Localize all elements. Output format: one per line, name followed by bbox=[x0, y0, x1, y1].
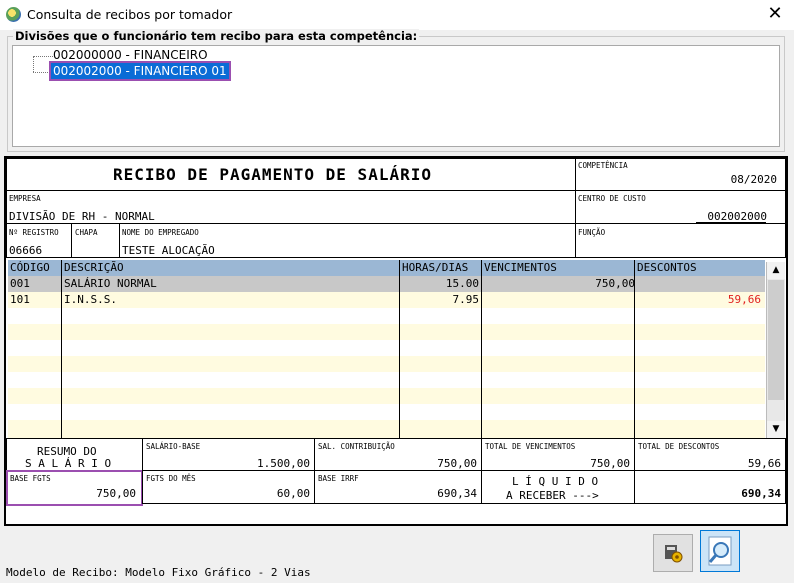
total-desc-value: 59,66 bbox=[747, 457, 781, 470]
sal-contrib-label: SAL. CONTRIBUIÇÃO bbox=[318, 442, 395, 451]
resumo-line2: S A L Á R I O bbox=[25, 457, 112, 470]
table-row-empty[interactable] bbox=[8, 324, 765, 340]
header-descontos: DESCONTOS bbox=[637, 261, 697, 274]
registro-value: 06666 bbox=[9, 244, 43, 257]
fgts-mes-label: FGTS DO MÊS bbox=[146, 474, 196, 483]
total-desc-label: TOTAL DE DESCONTOS bbox=[638, 442, 720, 451]
table-row-empty[interactable] bbox=[8, 404, 765, 420]
receipt-title: RECIBO DE PAGAMENTO DE SALÁRIO bbox=[113, 165, 432, 184]
settings-icon bbox=[665, 545, 683, 563]
magnifier-icon bbox=[708, 536, 732, 566]
tree-connector bbox=[33, 57, 34, 72]
liquido-line1: L Í Q U I D O bbox=[512, 475, 599, 488]
nome-value: TESTE ALOCAÇÃO bbox=[122, 244, 215, 257]
receipt-panel: RECIBO DE PAGAMENTO DE SALÁRIO COMPETÊNC… bbox=[4, 156, 788, 526]
competencia-box: COMPETÊNCIA 08/2020 bbox=[575, 158, 786, 191]
tree-connector bbox=[33, 56, 53, 57]
close-icon[interactable]: ✕ bbox=[764, 3, 786, 25]
table-row-empty[interactable] bbox=[8, 308, 765, 324]
empresa-box: EMPRESA DIVISÃO DE RH - NORMAL bbox=[6, 190, 576, 224]
cell-descontos: 59,66 bbox=[727, 293, 761, 306]
tree-connector bbox=[33, 72, 52, 73]
column-divider bbox=[481, 260, 482, 438]
empresa-label: EMPRESA bbox=[9, 194, 41, 203]
table-header: CÓDIGO DESCRIÇÃO HORAS/DIAS VENCIMENTOS … bbox=[8, 260, 765, 276]
competencia-label: COMPETÊNCIA bbox=[578, 161, 628, 170]
table-row-empty[interactable] bbox=[8, 340, 765, 356]
base-fgts-label: BASE FGTS bbox=[10, 474, 51, 483]
nome-label: NOME DO EMPREGADO bbox=[122, 228, 199, 237]
centro-custo-label: CENTRO DE CUSTO bbox=[578, 194, 646, 203]
registro-label: Nº REGISTRO bbox=[9, 228, 59, 237]
cell-horas: 15.00 bbox=[445, 277, 479, 290]
divisions-legend: Divisões que o funcionário tem recibo pa… bbox=[13, 29, 420, 43]
receipt-title-box: RECIBO DE PAGAMENTO DE SALÁRIO bbox=[6, 158, 576, 191]
liquido-value-box: 690,34 bbox=[634, 470, 786, 504]
scroll-up-icon[interactable]: ▲ bbox=[767, 262, 785, 279]
fgts-mes-box: FGTS DO MÊS 60,00 bbox=[142, 470, 315, 504]
status-text: Modelo de Recibo: Modelo Fixo Gráfico - … bbox=[6, 566, 311, 579]
liquido-label-box: L Í Q U I D O A RECEBER ---> bbox=[481, 470, 635, 504]
base-irrf-box: BASE IRRF 690,34 bbox=[314, 470, 482, 504]
scroll-thumb[interactable] bbox=[768, 280, 784, 400]
total-desc-box: TOTAL DE DESCONTOS 59,66 bbox=[634, 438, 786, 471]
sal-contrib-box: SAL. CONTRIBUIÇÃO 750,00 bbox=[314, 438, 482, 471]
column-divider bbox=[61, 260, 62, 438]
window-title: Consulta de recibos por tomador bbox=[27, 7, 233, 22]
header-vencimentos: VENCIMENTOS bbox=[484, 261, 557, 274]
table-row-empty[interactable] bbox=[8, 420, 765, 438]
base-irrf-value: 690,34 bbox=[437, 487, 477, 500]
competencia-value: 08/2020 bbox=[730, 173, 777, 186]
header-descricao: DESCRIÇÃO bbox=[64, 261, 124, 274]
empresa-value: DIVISÃO DE RH - NORMAL bbox=[9, 210, 155, 223]
cell-codigo: 101 bbox=[10, 293, 30, 306]
base-irrf-label: BASE IRRF bbox=[318, 474, 359, 483]
config-button[interactable] bbox=[653, 534, 693, 572]
tree-item-financiero-01[interactable]: 002002000 - FINANCIERO 01 bbox=[49, 61, 231, 81]
salario-base-box: SALÁRIO-BASE 1.500,00 bbox=[142, 438, 315, 471]
table-row-empty[interactable] bbox=[8, 356, 765, 372]
cell-descricao: SALÁRIO NORMAL bbox=[64, 277, 157, 290]
table-row-empty[interactable] bbox=[8, 388, 765, 404]
liquido-value: 690,34 bbox=[741, 487, 781, 500]
salario-base-value: 1.500,00 bbox=[257, 457, 310, 470]
table-scrollbar[interactable]: ▲ ▼ bbox=[766, 262, 785, 438]
cell-codigo: 001 bbox=[10, 277, 30, 290]
header-codigo: CÓDIGO bbox=[10, 261, 50, 274]
liquido-line2: A RECEBER ---> bbox=[506, 489, 599, 502]
app-icon bbox=[6, 7, 21, 22]
header-horas: HORAS/DIAS bbox=[402, 261, 469, 274]
table-row[interactable]: 101 I.N.S.S. 7.95 59,66 bbox=[8, 292, 765, 308]
cell-horas: 7.95 bbox=[452, 293, 480, 306]
scroll-down-icon[interactable]: ▼ bbox=[767, 421, 785, 438]
cell-vencimentos: 750,00 bbox=[595, 277, 635, 290]
base-fgts-box[interactable]: BASE FGTS 750,00 bbox=[6, 470, 143, 506]
centro-custo-box: CENTRO DE CUSTO 002002000 bbox=[575, 190, 786, 224]
funcao-box: FUNÇÃO bbox=[575, 223, 786, 258]
base-fgts-value: 750,00 bbox=[96, 487, 136, 500]
nome-box: NOME DO EMPREGADO TESTE ALOCAÇÃO bbox=[119, 223, 576, 258]
column-divider bbox=[634, 260, 635, 438]
fgts-mes-value: 60,00 bbox=[276, 487, 310, 500]
preview-button[interactable] bbox=[700, 530, 740, 572]
table-row[interactable]: 001 SALÁRIO NORMAL 15.00 750,00 bbox=[8, 276, 765, 292]
registro-box: Nº REGISTRO 06666 bbox=[6, 223, 72, 258]
sal-contrib-value: 750,00 bbox=[437, 457, 477, 470]
cell-descricao: I.N.S.S. bbox=[64, 293, 117, 306]
funcao-label: FUNÇÃO bbox=[578, 228, 606, 237]
column-divider bbox=[399, 260, 400, 438]
total-venc-box: TOTAL DE VENCIMENTOS 750,00 bbox=[481, 438, 635, 471]
resumo-box: RESUMO DO S A L Á R I O bbox=[6, 438, 143, 471]
tree-item-financeiro[interactable]: 002000000 - FINANCEIRO bbox=[53, 48, 208, 62]
chapa-label: CHAPA bbox=[75, 228, 98, 237]
salario-base-label: SALÁRIO-BASE bbox=[146, 442, 201, 451]
chapa-box: CHAPA bbox=[71, 223, 120, 258]
table-row-empty[interactable] bbox=[8, 372, 765, 388]
total-venc-value: 750,00 bbox=[590, 457, 630, 470]
items-table[interactable]: CÓDIGO DESCRIÇÃO HORAS/DIAS VENCIMENTOS … bbox=[8, 260, 765, 438]
total-venc-label: TOTAL DE VENCIMENTOS bbox=[485, 442, 576, 451]
